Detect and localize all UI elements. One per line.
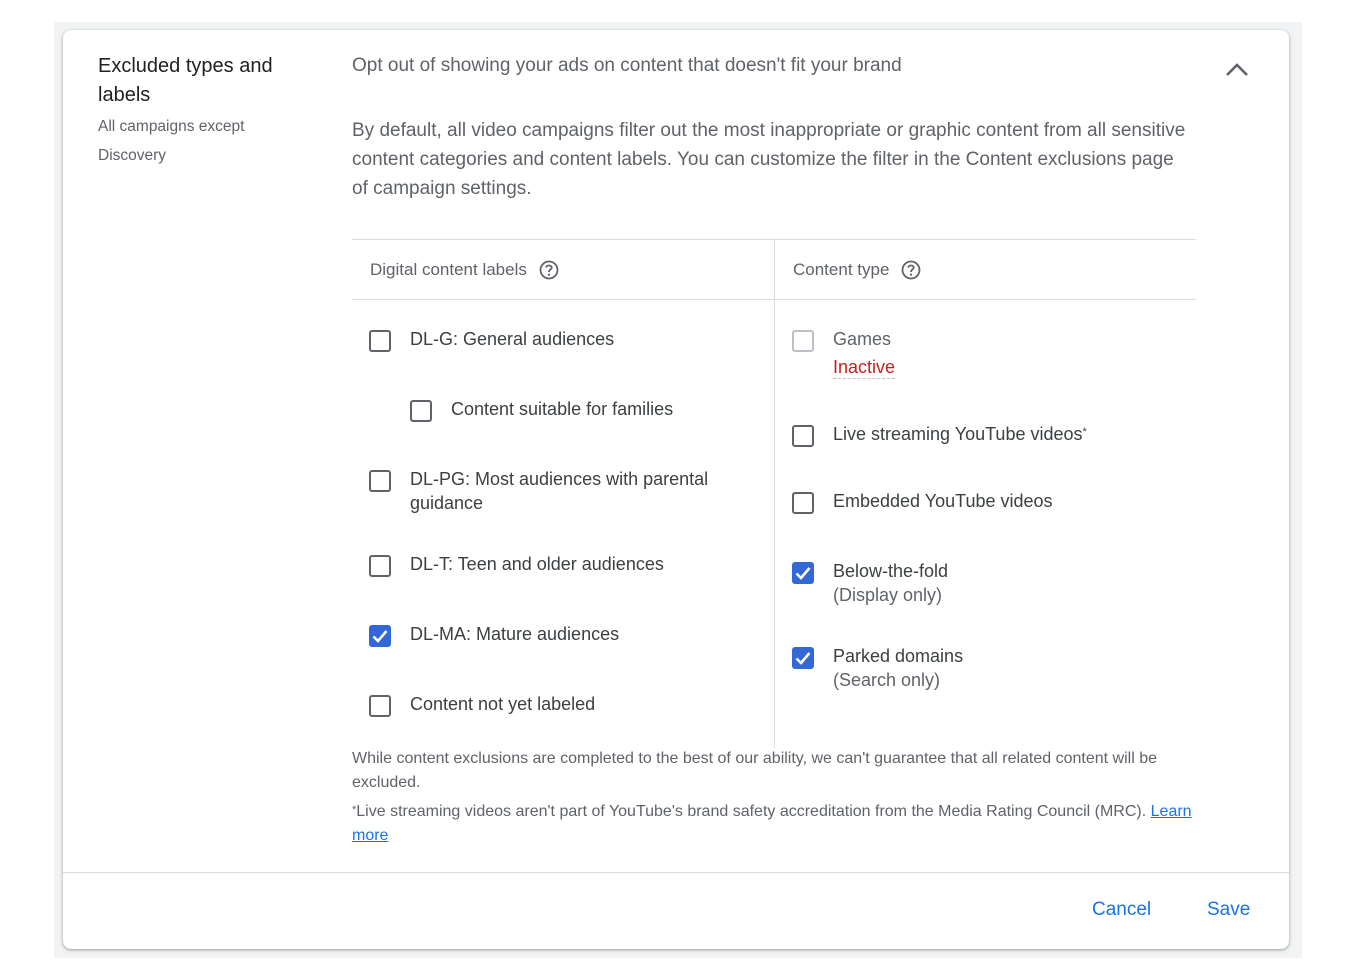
column-header-label: Digital content labels [370, 259, 527, 279]
option-sublabel: (Search only) [833, 670, 941, 690]
footnote-text: *Live streaming videos aren't part of Yo… [352, 800, 1192, 848]
inactive-status[interactable]: Inactive [833, 356, 896, 379]
disclaimer-text: While content exclusions are completed t… [352, 750, 1157, 791]
help-circle-icon[interactable] [901, 260, 921, 280]
option-label: DL-T: Teen and older audiences [410, 554, 664, 574]
checkbox-below-the-fold[interactable] [792, 562, 814, 584]
checkbox-dl-pg[interactable] [369, 470, 391, 492]
option-dl-t[interactable]: DL-T: Teen and older audiences [369, 552, 664, 577]
save-button[interactable]: Save [1207, 899, 1250, 921]
option-label: Parked domains [833, 646, 964, 666]
option-dl-pg[interactable]: DL-PG: Most audiences with parental guid… [369, 467, 749, 515]
exclusions-table: Digital content labels DL-G: General aud… [352, 239, 1196, 748]
option-live-streaming-youtube-videos[interactable]: Live streaming YouTube videos* [792, 422, 1087, 447]
option-label: DL-PG: Most audiences with parental guid… [410, 469, 709, 513]
help-circle-icon[interactable] [539, 260, 559, 280]
intro-text: By default, all video campaigns filter o… [352, 120, 1186, 199]
option-label: Below-the-fold [833, 561, 949, 581]
option-label: DL-G: General audiences [410, 329, 615, 349]
content-type-header: Content type [775, 240, 1196, 300]
option-dl-g[interactable]: DL-G: General audiences [369, 327, 614, 352]
collapse-button[interactable] [1219, 54, 1255, 90]
option-parked-domains[interactable]: Parked domains (Search only) [792, 644, 963, 692]
digital-content-labels-column: Digital content labels DL-G: General aud… [352, 240, 775, 748]
footnote-mark: * [1082, 426, 1087, 438]
section-title: Excluded types and labels [98, 55, 273, 106]
option-content-not-yet-labeled[interactable]: Content not yet labeled [369, 692, 595, 717]
chevron-up-icon [1225, 62, 1249, 82]
option-label: Embedded YouTube videos [833, 491, 1053, 511]
checkbox-dl-g[interactable] [369, 330, 391, 352]
option-label: Live streaming YouTube videos [833, 424, 1083, 444]
footnote-mark: * [352, 804, 357, 816]
checkbox-dl-ma[interactable] [369, 625, 391, 647]
option-label: DL-MA: Mature audiences [410, 624, 620, 644]
checkmark-icon [795, 652, 811, 665]
section-subtitle: All campaigns except Discovery [98, 118, 245, 164]
option-sublabel: (Display only) [833, 585, 943, 605]
option-label: Content suitable for families [451, 399, 674, 419]
cancel-button[interactable]: Cancel [1092, 899, 1151, 921]
option-embedded-youtube-videos[interactable]: Embedded YouTube videos [792, 489, 1053, 514]
checkmark-icon [372, 630, 388, 643]
checkbox-games [792, 330, 814, 352]
checkbox-content-not-yet-labeled[interactable] [369, 695, 391, 717]
checkbox-live-streaming[interactable] [792, 425, 814, 447]
option-label: Content not yet labeled [410, 694, 596, 714]
excluded-types-panel: Excluded types and labels All campaigns … [63, 30, 1289, 949]
content-type-column: Content type Games Inactive Live streami… [775, 240, 1196, 748]
option-games: Games Inactive [792, 327, 896, 379]
notes: While content exclusions are completed t… [352, 747, 1192, 848]
checkbox-content-suitable-for-families[interactable] [410, 400, 432, 422]
column-header-label: Content type [793, 259, 890, 279]
checkmark-icon [795, 567, 811, 580]
checkbox-parked-domains[interactable] [792, 647, 814, 669]
checkbox-embedded-youtube-videos[interactable] [792, 492, 814, 514]
option-below-the-fold[interactable]: Below-the-fold (Display only) [792, 559, 948, 607]
option-content-suitable-for-families[interactable]: Content suitable for families [410, 397, 673, 422]
section-summary: Opt out of showing your ads on content t… [352, 55, 902, 76]
panel-footer: Cancel Save [63, 872, 1289, 950]
checkbox-dl-t[interactable] [369, 555, 391, 577]
option-dl-ma[interactable]: DL-MA: Mature audiences [369, 622, 619, 647]
digital-content-labels-header: Digital content labels [352, 240, 774, 300]
option-label: Games [833, 329, 892, 349]
footnote-body: Live streaming videos aren't part of You… [356, 803, 1151, 820]
